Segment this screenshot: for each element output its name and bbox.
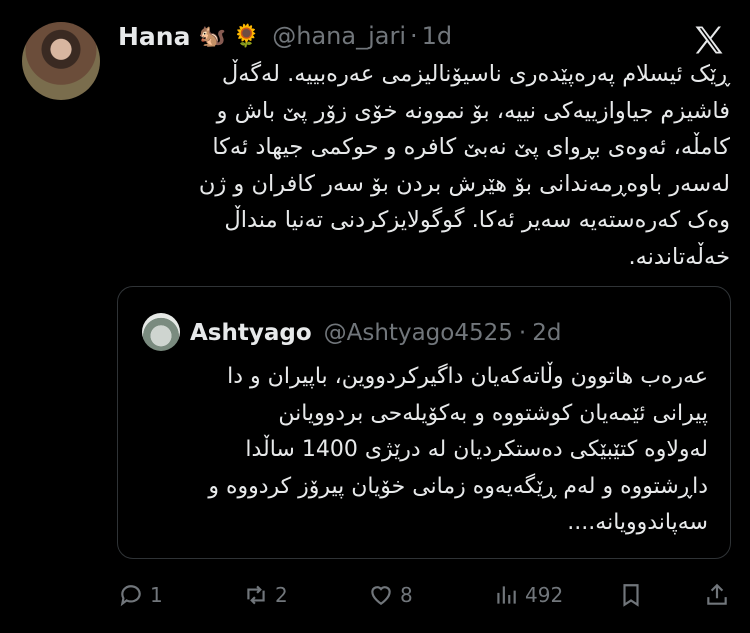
quote-line: سەپاندوویانە.... bbox=[567, 510, 708, 535]
reply-count: 1 bbox=[150, 583, 163, 607]
quoted-author-handle[interactable]: @Ashtyago4525 bbox=[324, 320, 513, 346]
bookmark-button[interactable] bbox=[618, 575, 644, 615]
heart-icon bbox=[371, 586, 391, 605]
quoted-tweet-header: Ashtyago @Ashtyago4525 · 2d bbox=[190, 313, 561, 353]
author-handle[interactable]: @hana_jari bbox=[272, 22, 406, 50]
author-avatar[interactable] bbox=[22, 22, 100, 100]
retweet-icon bbox=[247, 585, 265, 605]
tweet-line: لەسەر باوەڕمەندانی بۆ هێرش بردن بۆ سەر ک… bbox=[198, 170, 730, 197]
quoted-tweet-time[interactable]: 2d bbox=[532, 320, 561, 346]
quote-line: لەولاوە کتێبێکی دەستکردیان لە درێژی 1400… bbox=[245, 437, 708, 462]
share-button[interactable] bbox=[704, 575, 730, 615]
views-button[interactable]: 492 bbox=[493, 575, 563, 615]
quoted-author-avatar[interactable] bbox=[142, 313, 180, 351]
views-count: 492 bbox=[525, 583, 564, 607]
retweet-button[interactable]: 2 bbox=[243, 575, 288, 615]
retweet-count: 2 bbox=[275, 583, 288, 607]
author-name[interactable]: Hana bbox=[118, 22, 190, 51]
separator-dot: · bbox=[410, 22, 418, 50]
tweet-line: وەک کەرەستەیە سەیر ئەکا. گوگولایزکردنی ت… bbox=[224, 207, 730, 234]
author-emojis: 🐿️ 🌻 bbox=[198, 23, 261, 49]
quote-line: داڕشتووە و لەم ڕێگەیەوە زمانی خۆیان پیرۆ… bbox=[208, 473, 708, 499]
action-bar: 1 2 8 492 bbox=[0, 575, 750, 615]
tweet-time[interactable]: 1d bbox=[422, 22, 453, 50]
tweet-header: Hana 🐿️ 🌻 @hana_jari · 1d bbox=[118, 18, 452, 54]
tweet-line: خەڵەتاندنە. bbox=[628, 243, 730, 270]
quoted-author-name[interactable]: Ashtyago bbox=[190, 320, 312, 346]
bookmark-icon bbox=[623, 584, 639, 607]
reply-button[interactable]: 1 bbox=[118, 575, 163, 615]
like-button[interactable]: 8 bbox=[368, 575, 413, 615]
quote-line: پیرانی ئێمەیان کوشتووە و بەکۆیلەحی بردوو… bbox=[278, 400, 708, 426]
separator-dot: · bbox=[518, 320, 527, 346]
x-logo-icon bbox=[695, 26, 723, 54]
share-icon bbox=[707, 583, 727, 605]
tweet-line: ڕێک ئیسلام پەرەپێدەری ناسیۆنالیزمی عەرەب… bbox=[221, 61, 730, 87]
tweet-text: ڕێک ئیسلام پەرەپێدەری ناسیۆنالیزمی عەرەب… bbox=[100, 56, 730, 276]
tweet-line: کامڵە، ئەوەی بڕوای پێ نەبێ کافرە و حوکمی… bbox=[212, 134, 730, 161]
tweet-line: فاشیزم جیاوازییەکی نییە، بۆ نموونە خۆی ز… bbox=[216, 97, 730, 124]
quoted-tweet-text: عەرەب هاتوون وڵاتەکەیان داگیرکردووین، با… bbox=[138, 359, 708, 542]
reply-icon bbox=[120, 585, 141, 607]
like-count: 8 bbox=[400, 583, 413, 607]
quoted-tweet[interactable]: Ashtyago @Ashtyago4525 · 2d عەرەب هاتوون… bbox=[117, 286, 731, 559]
quote-line: عەرەب هاتوون وڵاتەکەیان داگیرکردووین، با… bbox=[227, 364, 708, 389]
views-icon bbox=[497, 586, 516, 604]
